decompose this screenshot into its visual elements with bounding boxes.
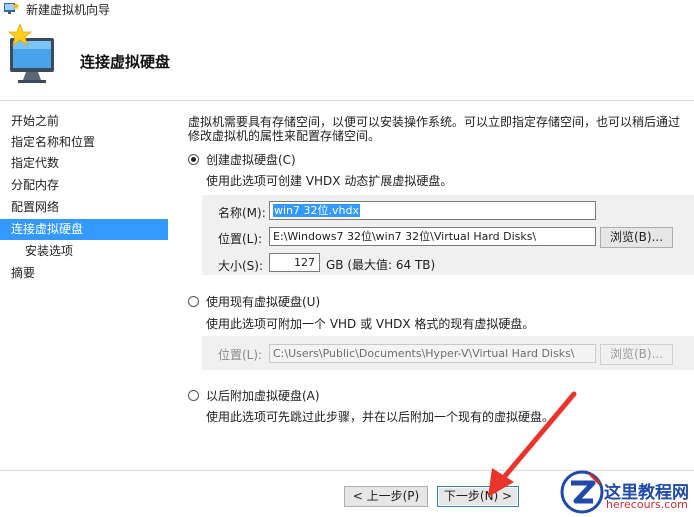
vhd-location-input[interactable]: E:\Windows7 32位\win7 32位\Virtual Hard Di… <box>269 227 596 246</box>
hyper-v-app-icon <box>4 2 20 14</box>
watermark-url: herecours.com <box>606 498 688 511</box>
nav-item-name-and-location[interactable]: 指定名称和位置 <box>0 132 168 153</box>
nav-item-summary[interactable]: 摘要 <box>0 263 168 284</box>
create-vhd-description: 使用此选项可创建 VHDX 动态扩展虚拟硬盘。 <box>206 174 453 188</box>
nav-item-generation[interactable]: 指定代数 <box>0 153 168 174</box>
nav-item-networking[interactable]: 配置网络 <box>0 197 168 218</box>
main-content: 虚拟机需要具有存储空间，以便可以安装操作系统。可以立即指定存储空间，也可以稍后通… <box>176 101 694 471</box>
size-field-label: 大小(S): <box>218 259 264 273</box>
browse-existing-button[interactable]: 浏览(B)... <box>600 344 673 365</box>
window-title: 新建虚拟机向导 <box>26 3 111 17</box>
watermark-logo-icon <box>560 470 604 514</box>
use-existing-vhd-radio[interactable] <box>188 296 199 307</box>
nav-item-memory[interactable]: 分配内存 <box>0 175 168 196</box>
vhd-name-input[interactable]: win7 32位.vhdx <box>269 201 596 220</box>
new-vm-wizard-icon <box>7 24 54 83</box>
use-existing-vhd-label[interactable]: 使用现有虚拟硬盘(U) <box>206 293 320 310</box>
location-field-label: 位置(L): <box>218 232 263 246</box>
create-vhd-label[interactable]: 创建虚拟硬盘(C) <box>206 151 296 168</box>
existing-vhd-location-input[interactable]: C:\Users\Public\Documents\Hyper-V\Virtua… <box>269 344 596 363</box>
page-title: 连接虚拟硬盘 <box>80 53 171 71</box>
vhd-size-input[interactable]: 127 <box>269 253 320 272</box>
previous-button[interactable]: < 上一步(P) <box>344 486 428 507</box>
create-vhd-radio[interactable] <box>188 154 199 165</box>
browse-location-button[interactable]: 浏览(B)... <box>600 227 673 248</box>
attach-later-label[interactable]: 以后附加虚拟硬盘(A) <box>206 387 320 404</box>
wizard-steps-nav: 开始之前 指定名称和位置 指定代数 分配内存 配置网络 连接虚拟硬盘 安装选项 … <box>0 101 172 461</box>
existing-location-label: 位置(L): <box>218 348 263 362</box>
title-bar: 新建虚拟机向导 <box>0 0 694 18</box>
attach-later-radio[interactable] <box>188 390 199 401</box>
vhd-name-value: win7 32位.vhdx <box>273 204 360 217</box>
intro-text-line-2: 修改虚拟机的属性来配置存储空间。 <box>188 129 381 143</box>
name-field-label: 名称(M): <box>218 206 266 220</box>
nav-item-before-you-begin[interactable]: 开始之前 <box>0 111 168 132</box>
size-unit-text: GB (最大值: 64 TB) <box>326 258 436 272</box>
nav-item-installation-options[interactable]: 安装选项 <box>0 241 168 262</box>
nav-item-connect-virtual-hard-disk[interactable]: 连接虚拟硬盘 <box>0 219 168 240</box>
use-existing-vhd-description: 使用此选项可附加一个 VHD 或 VHDX 格式的现有虚拟硬盘。 <box>206 317 535 331</box>
